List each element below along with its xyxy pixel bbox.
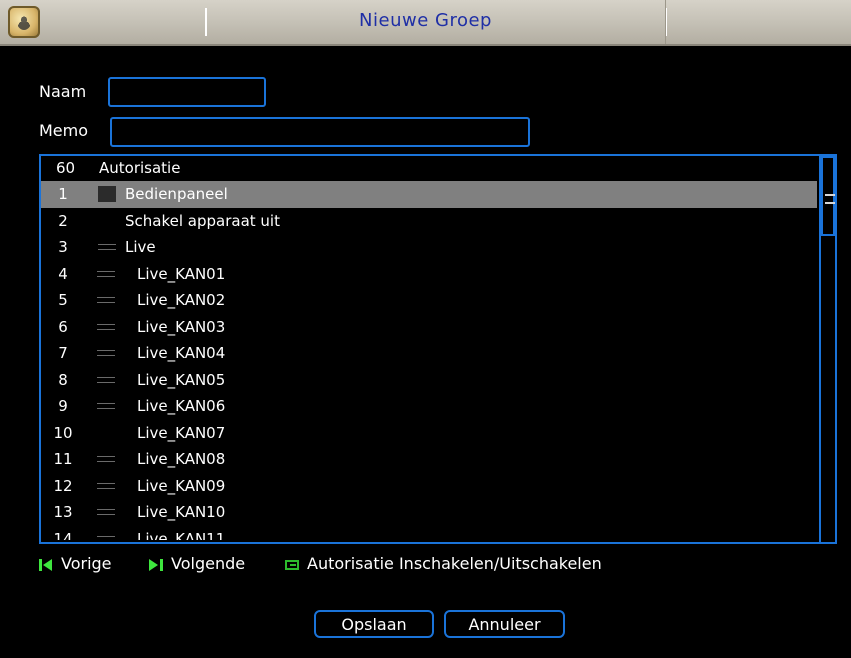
- row-label: Live_KAN09: [137, 476, 226, 495]
- checkbox[interactable]: [97, 297, 115, 303]
- row-label: Live_KAN02: [137, 291, 226, 309]
- row-label: Live_KAN05: [137, 370, 226, 389]
- row-number: 4: [58, 264, 68, 283]
- table-row[interactable]: 1 Bedienpaneel: [41, 181, 817, 208]
- row-number: 2: [58, 211, 68, 230]
- row-number: 14: [53, 529, 73, 540]
- table-row[interactable]: 13 Live_KAN10: [41, 499, 817, 526]
- row-label: Live_KAN07: [137, 423, 226, 442]
- row-label: Live_KAN04: [137, 344, 226, 362]
- row-label: Live_KAN03: [137, 317, 226, 336]
- legend-prev-label: Vorige: [61, 554, 112, 573]
- table-rows: 1 Bedienpaneel 2 Schakel apparaat uit 3 …: [41, 181, 817, 540]
- name-input[interactable]: [110, 79, 264, 105]
- checkbox[interactable]: [97, 482, 115, 489]
- checkbox[interactable]: [97, 456, 115, 462]
- row-number: 12: [53, 476, 73, 495]
- permission-table: 60 Autorisatie 1 Bedienpaneel 2 Schakel …: [39, 154, 837, 544]
- row-number: 5: [58, 291, 68, 309]
- cancel-button[interactable]: Annuleer: [444, 610, 565, 638]
- checkbox[interactable]: [97, 535, 115, 540]
- table-row[interactable]: 2 Schakel apparaat uit: [41, 208, 817, 235]
- row-label: Live_KAN11: [137, 529, 226, 540]
- row-label: Live_KAN08: [137, 450, 226, 468]
- row-number: 13: [53, 503, 73, 521]
- checkbox[interactable]: [98, 244, 116, 250]
- checkbox[interactable]: [97, 376, 115, 383]
- table-row[interactable]: 10 Live_KAN07: [41, 420, 817, 447]
- save-button[interactable]: Opslaan: [314, 610, 434, 638]
- fn-key-icon: [285, 559, 299, 570]
- checkbox[interactable]: [97, 270, 115, 277]
- table-row[interactable]: 11 Live_KAN08: [41, 446, 817, 473]
- vertical-scrollbar[interactable]: [819, 156, 835, 542]
- checkbox[interactable]: [97, 350, 115, 356]
- row-label: Bedienpaneel: [125, 185, 228, 203]
- table-row[interactable]: 3 Live: [41, 234, 817, 261]
- skip-previous-icon: [39, 558, 53, 571]
- checkbox[interactable]: [97, 323, 115, 330]
- row-number: 1: [58, 185, 68, 203]
- table-header-count: 60: [56, 159, 76, 177]
- legend-next: Volgende: [149, 554, 245, 573]
- table-header-column: Autorisatie: [99, 159, 181, 177]
- memo-input[interactable]: [112, 119, 528, 145]
- legend-fn: Autorisatie Inschakelen/Uitschakelen: [285, 554, 602, 573]
- checkbox[interactable]: [98, 186, 116, 202]
- row-number: 3: [58, 238, 68, 256]
- memo-label: Memo: [39, 121, 89, 140]
- row-label: Live_KAN10: [137, 503, 226, 521]
- legend-next-label: Volgende: [171, 554, 246, 573]
- memo-field[interactable]: [110, 117, 530, 147]
- table-row[interactable]: 5 Live_KAN02: [41, 287, 817, 314]
- name-field[interactable]: [108, 77, 266, 107]
- row-label: Live_KAN01: [137, 264, 226, 283]
- row-label: Schakel apparaat uit: [125, 211, 280, 230]
- new-group-dialog: Nieuwe Groep Naam Memo 60 Autorisatie 1 …: [0, 0, 851, 658]
- legend-fn-label: Autorisatie Inschakelen/Uitschakelen: [307, 554, 602, 573]
- checkbox[interactable]: [97, 509, 115, 515]
- title-bar: Nieuwe Groep: [0, 0, 851, 46]
- grip-icon: [825, 194, 835, 204]
- title-bar-right-area: [665, 0, 851, 44]
- row-label: Live: [125, 238, 156, 256]
- row-number: 9: [58, 397, 68, 415]
- table-row[interactable]: 9 Live_KAN06: [41, 393, 817, 420]
- row-number: 10: [53, 423, 73, 442]
- row-number: 6: [58, 317, 68, 336]
- name-label: Naam: [39, 82, 87, 101]
- legend-prev: Vorige: [39, 554, 112, 573]
- checkbox[interactable]: [97, 403, 115, 409]
- scroll-thumb[interactable]: [821, 156, 835, 236]
- row-number: 11: [53, 450, 73, 468]
- skip-next-icon: [149, 558, 163, 571]
- row-number: 7: [58, 344, 68, 362]
- table-row[interactable]: 12 Live_KAN09: [41, 473, 817, 500]
- table-row[interactable]: 7 Live_KAN04: [41, 340, 817, 367]
- table-header: 60 Autorisatie: [41, 156, 817, 178]
- table-row[interactable]: 6 Live_KAN03: [41, 314, 817, 341]
- row-label: Live_KAN06: [137, 397, 226, 415]
- table-row[interactable]: 14 Live_KAN11: [41, 526, 817, 540]
- table-row[interactable]: 4 Live_KAN01: [41, 261, 817, 288]
- row-number: 8: [58, 370, 68, 389]
- table-row[interactable]: 8 Live_KAN05: [41, 367, 817, 394]
